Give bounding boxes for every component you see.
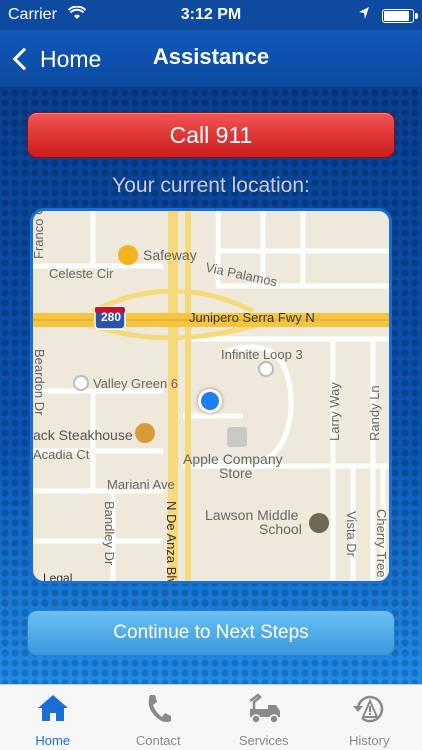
battery-level (384, 11, 409, 21)
map-label-cherry: Cherry Tree Ln (374, 509, 389, 584)
tab-label-home: Home (35, 733, 71, 748)
status-bar: Carrier 3:12 PM (0, 0, 422, 30)
map-label-larry: Larry Way (327, 382, 342, 441)
map-label-franco: Franco C (31, 208, 46, 259)
main-content: Call 911 Your current location: Franco C… (0, 88, 422, 684)
map-label-safeway: Safeway (143, 247, 197, 263)
navigation-bar: Home Assistance (0, 30, 422, 88)
map-label-steakhouse: ack Steakhouse (33, 427, 133, 443)
map-label-acadia: Acadia Ct (33, 447, 90, 462)
tow-truck-icon (246, 693, 282, 730)
page-title: Assistance (152, 44, 270, 69)
map-legal-link[interactable]: Legal (43, 571, 72, 581)
map-label-beardon: Beardon Dr (32, 349, 47, 416)
map-label-vista: Vista Dr (344, 511, 359, 557)
map-label-apple-store-2: Store (219, 465, 253, 481)
home-icon (36, 693, 70, 728)
tab-services[interactable]: Services (211, 685, 317, 750)
tab-label-services: Services (238, 733, 289, 748)
phone-icon (143, 693, 173, 730)
map-label-celeste: Celeste Cir (49, 266, 114, 281)
tab-home[interactable]: Home (0, 685, 106, 750)
map-label-infinite-loop: Infinite Loop 3 (221, 347, 303, 362)
tab-label-history: History (349, 733, 390, 748)
map-label-junipero: Junipero Serra Fwy N (189, 310, 315, 325)
tab-contact[interactable]: Contact (106, 685, 212, 750)
continue-button[interactable]: Continue to Next Steps (27, 610, 395, 656)
history-icon (352, 693, 386, 730)
map-view[interactable]: Franco C Safeway Celeste Cir Via Palamos… (30, 208, 392, 584)
interstate-shield: 280 (101, 310, 122, 324)
map-label-mariani: Mariani Ave (107, 477, 175, 492)
tab-label-contact: Contact (135, 733, 181, 748)
battery-icon (382, 9, 418, 23)
location-arrow-icon (358, 6, 370, 25)
map-label-randy: Randy Ln (367, 385, 382, 441)
map-label-lawson-2: School (259, 521, 302, 537)
current-location-marker (198, 389, 222, 413)
tab-history[interactable]: History (317, 685, 422, 750)
map-label-valley-green: Valley Green 6 (93, 376, 179, 391)
call-911-button[interactable]: Call 911 (27, 112, 395, 158)
tab-bar: Home Contact Services History (0, 684, 422, 750)
map-label-bandley: Bandley Dr (102, 501, 117, 566)
location-heading: Your current location: (112, 174, 310, 197)
map-label-de-anza: N De Anza Blvd (164, 501, 179, 584)
